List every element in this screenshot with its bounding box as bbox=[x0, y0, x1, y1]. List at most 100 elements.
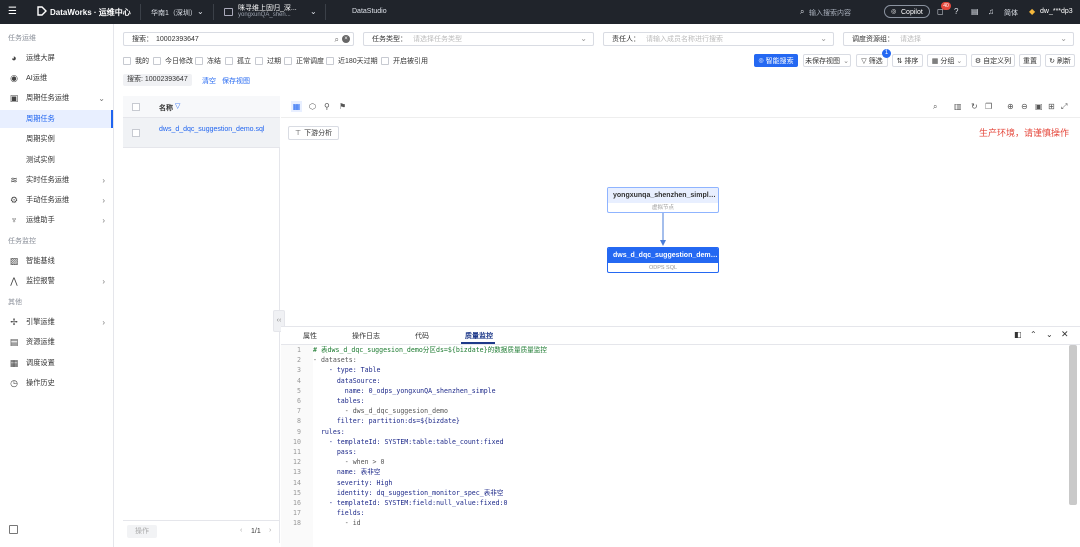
group-button[interactable]: ▦ 分组 ⌄ bbox=[927, 54, 967, 67]
checkbox-box[interactable] bbox=[225, 57, 233, 65]
view-select[interactable]: 未保存视图 ⌄ bbox=[803, 54, 851, 67]
checkbox-isolated[interactable]: 孤立 bbox=[225, 56, 251, 66]
save-view-link[interactable]: 保存视图 bbox=[222, 76, 250, 86]
tab-code[interactable]: 代码 bbox=[415, 331, 429, 341]
tab-operation-log[interactable]: 操作日志 bbox=[352, 331, 380, 341]
global-search-input[interactable]: 输入搜索内容 bbox=[809, 8, 851, 18]
scrollbar[interactable] bbox=[1069, 345, 1077, 505]
select-all-checkbox[interactable] bbox=[132, 103, 140, 111]
zoom-out-icon[interactable]: ⊖ bbox=[1021, 102, 1028, 111]
next-page-icon[interactable]: › bbox=[269, 527, 271, 534]
fit-icon[interactable]: ▣ bbox=[1035, 102, 1043, 111]
refresh-button[interactable]: ↻ 刷新 bbox=[1045, 54, 1075, 67]
language-switch[interactable]: 简体 bbox=[1004, 8, 1018, 18]
document-icon[interactable]: ▤ bbox=[971, 7, 979, 16]
resource-group-select[interactable]: 调度资源组： 请选择 ⌄ bbox=[843, 32, 1074, 46]
search-icon[interactable]: ⌕ bbox=[933, 102, 937, 112]
refresh-icon[interactable]: ↻ bbox=[971, 102, 978, 111]
sidebar-item-resource-ops[interactable]: ▤ 资源运维 bbox=[0, 333, 113, 351]
search-input[interactable]: 10002393647 bbox=[156, 36, 199, 43]
code-text: identity: dq_suggestion_monitor_spec_表非空 bbox=[313, 488, 504, 497]
checkbox-box[interactable] bbox=[195, 57, 203, 65]
zoom-in-icon[interactable]: ⊕ bbox=[1007, 102, 1014, 111]
operate-button[interactable]: 操作 bbox=[127, 525, 157, 538]
chevron-down-icon[interactable]: ⌄ bbox=[197, 7, 204, 16]
sidebar-item-engine-ops[interactable]: ✢ 引擎运维 › bbox=[0, 313, 113, 331]
sidebar-item-periodic-instances[interactable]: 周期实例 bbox=[0, 130, 113, 148]
sidebar-item-manual-ops[interactable]: ⚙ 手动任务运维 › bbox=[0, 191, 113, 209]
split-view-icon[interactable]: ◧ bbox=[1014, 330, 1022, 339]
owner-select[interactable]: 责任人： 请输入成员名称进行搜索 ⌄ bbox=[603, 32, 834, 46]
checkbox-expired[interactable]: 过期 bbox=[255, 56, 281, 66]
brand-title[interactable]: DataWorks · 运维中心 bbox=[50, 7, 131, 18]
grid-view-icon[interactable]: ▦ bbox=[291, 101, 302, 112]
prev-page-icon[interactable]: ‹ bbox=[240, 527, 242, 534]
flag-icon[interactable]: ⚑ bbox=[339, 102, 346, 111]
clear-icon[interactable]: × bbox=[342, 35, 350, 43]
chevron-down-icon[interactable]: ⌄ bbox=[1046, 330, 1053, 339]
sidebar-item-periodic-tasks[interactable]: 周期任务 bbox=[0, 110, 113, 128]
checkbox-box[interactable] bbox=[255, 57, 263, 65]
checkbox-normal-schedule[interactable]: 正常调度 bbox=[284, 56, 324, 66]
custom-columns-button[interactable]: ⚙ 自定义列 bbox=[971, 54, 1015, 67]
search-icon[interactable]: ⌕ bbox=[335, 35, 339, 45]
sidebar-item-ops-assistant[interactable]: ♆ 运维助手 › bbox=[0, 211, 113, 229]
chevron-up-icon[interactable]: ⌃ bbox=[1030, 330, 1037, 339]
help-icon[interactable]: ? bbox=[954, 7, 958, 16]
chevron-down-icon[interactable]: ⌄ bbox=[310, 7, 317, 16]
downstream-analysis-button[interactable]: ⊤ 下游分析 bbox=[288, 126, 340, 140]
reset-button[interactable]: 重置 bbox=[1019, 54, 1041, 67]
sidebar-item-dashboard[interactable]: ◕ 运维大屏 bbox=[0, 49, 113, 67]
search-box[interactable]: 搜索： 10002393647 ⌕ × bbox=[123, 32, 354, 46]
checkbox-box[interactable] bbox=[381, 57, 389, 65]
checkbox-box[interactable] bbox=[123, 57, 131, 65]
search-icon[interactable]: ⌕ bbox=[800, 7, 804, 17]
fullscreen-icon[interactable]: ⤢ bbox=[1061, 102, 1067, 112]
user-icon[interactable]: ⚲ bbox=[324, 102, 330, 111]
menu-icon[interactable]: ☰ bbox=[8, 6, 17, 17]
tab-properties[interactable]: 属性 bbox=[303, 331, 317, 341]
column-header-name[interactable]: 名称 bbox=[159, 103, 173, 113]
cube-icon[interactable]: ⬡ bbox=[309, 102, 316, 111]
dag-node-upstream[interactable]: yongxunqa_shenzhen_simple... 虚拟节点 bbox=[607, 187, 719, 213]
checkbox-mine[interactable]: 我的 bbox=[123, 56, 149, 66]
sidebar-item-schedule-settings[interactable]: ▦ 调度设置 bbox=[0, 354, 113, 372]
table-row[interactable]: dws_d_dqc_suggestion_demo.sql bbox=[123, 118, 280, 148]
sidebar-item-realtime-ops[interactable]: ≋ 实时任务运维 › bbox=[0, 171, 113, 189]
sidebar-item-monitor-alarm[interactable]: ⋀ 监控报警 › bbox=[0, 272, 113, 290]
sidebar-item-ai-ops[interactable]: ◉ AI运维 bbox=[0, 69, 113, 87]
sidebar-item-history[interactable]: ◷ 操作历史 bbox=[0, 374, 113, 392]
checkbox-box[interactable] bbox=[326, 57, 334, 65]
copilot-button[interactable]: ◎ Copilot bbox=[884, 5, 930, 18]
map-icon[interactable]: ▥ bbox=[954, 102, 962, 111]
copy-icon[interactable]: ❐ bbox=[985, 102, 992, 111]
dag-node-current[interactable]: dws_d_dqc_suggestion_demo.... ODPS SQL bbox=[607, 247, 719, 273]
checkbox-today-modified[interactable]: 今日修改 bbox=[153, 56, 193, 66]
region-selector[interactable]: 华南1（深圳） bbox=[151, 8, 197, 18]
filter-icon[interactable]: ▽ bbox=[175, 102, 180, 110]
sidebar-item-periodic-ops[interactable]: ▣ 周期任务运维 ⌄ bbox=[0, 89, 113, 107]
collapse-icon[interactable] bbox=[9, 525, 18, 534]
search-tag[interactable]: 搜索: 10002393647 bbox=[123, 74, 192, 86]
tab-quality-monitor[interactable]: 质量监控 bbox=[465, 331, 493, 341]
notification-icon[interactable]: ♫ bbox=[988, 7, 994, 16]
row-checkbox[interactable] bbox=[132, 129, 140, 137]
sort-button[interactable]: ⇅ 排序 bbox=[892, 54, 923, 67]
checkbox-referenced[interactable]: 开启被引用 bbox=[381, 56, 428, 66]
checkbox-box[interactable] bbox=[284, 57, 292, 65]
sidebar-item-smart-baseline[interactable]: ▨ 智能基线 bbox=[0, 252, 113, 270]
user-name[interactable]: dw_***dp3 bbox=[1040, 8, 1073, 15]
clear-link[interactable]: 清空 bbox=[202, 76, 216, 86]
smart-search-button[interactable]: ◎ 智能搜索 bbox=[754, 54, 798, 67]
task-type-select[interactable]: 任务类型： 请选择任务类型 ⌄ bbox=[363, 32, 594, 46]
checkbox-box[interactable] bbox=[153, 57, 161, 65]
task-name-link[interactable]: dws_d_dqc_suggestion_demo.sql bbox=[159, 126, 264, 133]
close-icon[interactable]: ✕ bbox=[1061, 329, 1069, 340]
sidebar-item-test-instances[interactable]: 测试实例 bbox=[0, 151, 113, 169]
layout-icon[interactable]: ⊞ bbox=[1048, 102, 1055, 111]
datastudio-link[interactable]: DataStudio bbox=[352, 8, 387, 15]
code-editor[interactable]: 1 # 表dws_d_dqc_suggesion_demo分区ds=${bizda… bbox=[281, 344, 1067, 547]
checkbox-expired-180[interactable]: 近180天过期 bbox=[326, 56, 378, 66]
checkbox-frozen[interactable]: 冻结 bbox=[195, 56, 221, 66]
line-number: 9 bbox=[297, 427, 301, 436]
